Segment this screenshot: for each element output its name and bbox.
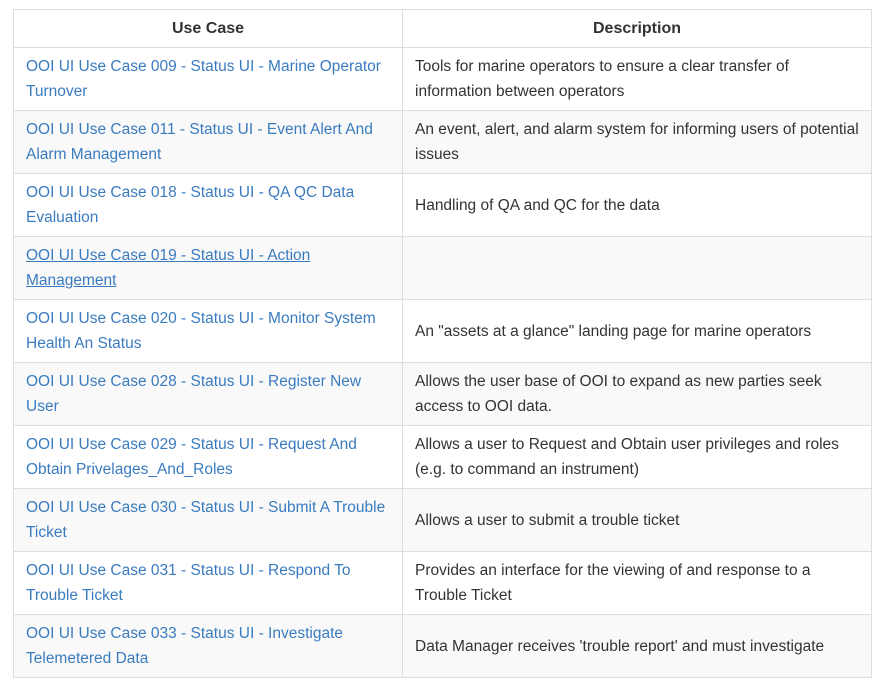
header-row: Use Case Description [13, 9, 872, 48]
table-row: OOI UI Use Case 020 - Status UI - Monito… [13, 299, 872, 363]
table-row: OOI UI Use Case 009 - Status UI - Marine… [13, 47, 872, 111]
description-cell: Tools for marine operators to ensure a c… [402, 47, 872, 111]
header-description: Description [402, 9, 872, 48]
table-row: OOI UI Use Case 011 - Status UI - Event … [13, 110, 872, 174]
use-case-table-container: Use Case Description OOI UI Use Case 009… [13, 9, 872, 678]
description-cell: Provides an interface for the viewing of… [402, 551, 872, 615]
use-case-cell: OOI UI Use Case 018 - Status UI - QA QC … [13, 173, 403, 237]
use-case-cell: OOI UI Use Case 033 - Status UI - Invest… [13, 614, 403, 678]
use-case-cell: OOI UI Use Case 030 - Status UI - Submit… [13, 488, 403, 552]
table-row: OOI UI Use Case 018 - Status UI - QA QC … [13, 173, 872, 237]
table-row: OOI UI Use Case 033 - Status UI - Invest… [13, 614, 872, 678]
description-cell: An event, alert, and alarm system for in… [402, 110, 872, 174]
table-row: OOI UI Use Case 019 - Status UI - Action… [13, 236, 872, 300]
description-cell: Handling of QA and QC for the data [402, 173, 872, 237]
use-case-link-033[interactable]: OOI UI Use Case 033 - Status UI - Invest… [26, 625, 343, 667]
use-case-link-031[interactable]: OOI UI Use Case 031 - Status UI - Respon… [26, 562, 351, 604]
table-row: OOI UI Use Case 030 - Status UI - Submit… [13, 488, 872, 552]
use-case-link-029[interactable]: OOI UI Use Case 029 - Status UI - Reques… [26, 436, 357, 478]
use-case-cell: OOI UI Use Case 029 - Status UI - Reques… [13, 425, 403, 489]
use-case-table: Use Case Description OOI UI Use Case 009… [13, 9, 872, 678]
table-row: OOI UI Use Case 028 - Status UI - Regist… [13, 362, 872, 426]
use-case-cell: OOI UI Use Case 009 - Status UI - Marine… [13, 47, 403, 111]
use-case-link-019[interactable]: OOI UI Use Case 019 - Status UI - Action… [26, 247, 310, 289]
use-case-link-018[interactable]: OOI UI Use Case 018 - Status UI - QA QC … [26, 184, 354, 226]
use-case-cell: OOI UI Use Case 031 - Status UI - Respon… [13, 551, 403, 615]
table-header: Use Case Description [13, 9, 872, 48]
table-row: OOI UI Use Case 031 - Status UI - Respon… [13, 551, 872, 615]
use-case-cell: OOI UI Use Case 020 - Status UI - Monito… [13, 299, 403, 363]
description-cell: Allows a user to submit a trouble ticket [402, 488, 872, 552]
header-use-case: Use Case [13, 9, 403, 48]
use-case-link-028[interactable]: OOI UI Use Case 028 - Status UI - Regist… [26, 373, 361, 415]
use-case-link-030[interactable]: OOI UI Use Case 030 - Status UI - Submit… [26, 499, 385, 541]
description-cell [402, 236, 872, 300]
description-cell: An "assets at a glance" landing page for… [402, 299, 872, 363]
description-cell: Allows a user to Request and Obtain user… [402, 425, 872, 489]
description-cell: Allows the user base of OOI to expand as… [402, 362, 872, 426]
use-case-link-020[interactable]: OOI UI Use Case 020 - Status UI - Monito… [26, 310, 376, 352]
use-case-cell: OOI UI Use Case 019 - Status UI - Action… [13, 236, 403, 300]
use-case-link-011[interactable]: OOI UI Use Case 011 - Status UI - Event … [26, 121, 373, 163]
use-case-cell: OOI UI Use Case 011 - Status UI - Event … [13, 110, 403, 174]
description-cell: Data Manager receives 'trouble report' a… [402, 614, 872, 678]
table-body: OOI UI Use Case 009 - Status UI - Marine… [13, 47, 872, 678]
use-case-link-009[interactable]: OOI UI Use Case 009 - Status UI - Marine… [26, 58, 381, 100]
use-case-cell: OOI UI Use Case 028 - Status UI - Regist… [13, 362, 403, 426]
table-row: OOI UI Use Case 029 - Status UI - Reques… [13, 425, 872, 489]
